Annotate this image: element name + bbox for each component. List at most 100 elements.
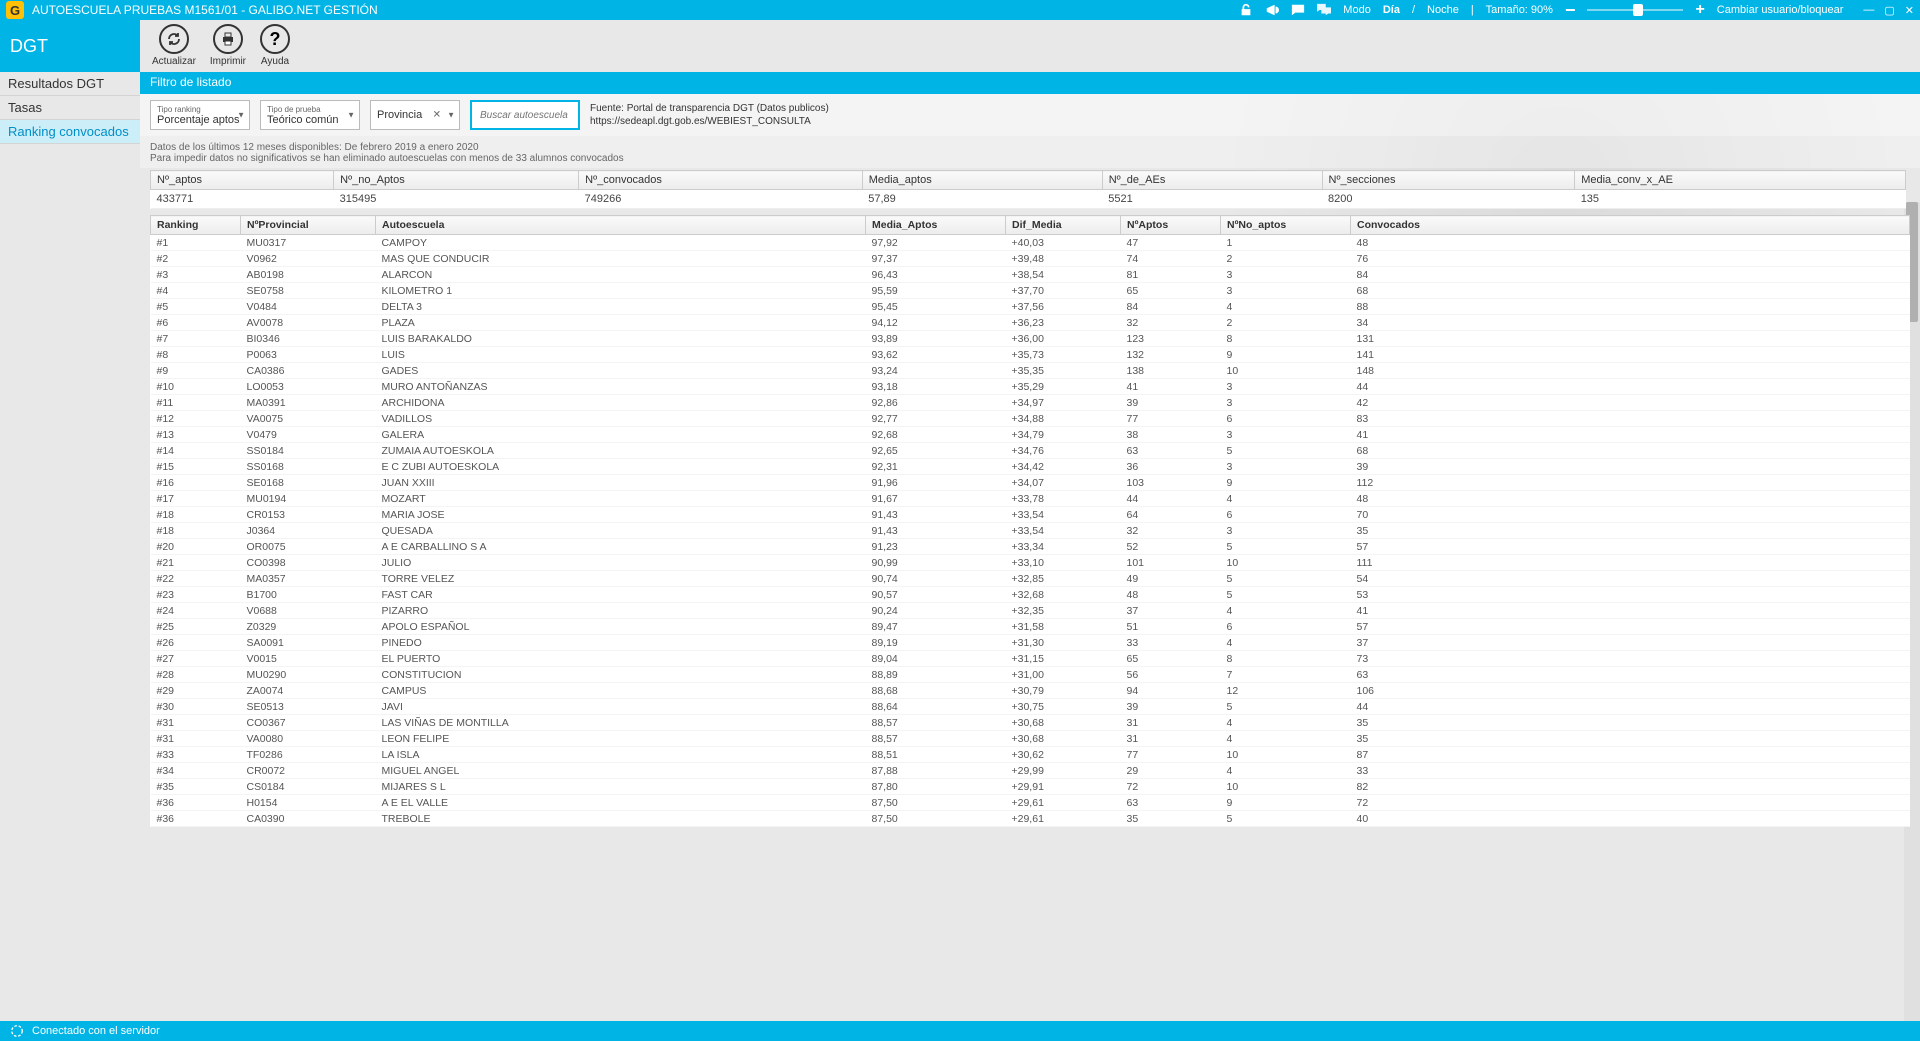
table-row[interactable]: #20OR0075A E CARBALLINO S A91,23+33,3452… xyxy=(151,539,1910,555)
table-cell: ZUMAIA AUTOESKOLA xyxy=(376,443,866,459)
table-row[interactable]: #36H0154A E EL VALLE87,50+29,6163972 xyxy=(151,795,1910,811)
table-cell: V0688 xyxy=(241,603,376,619)
sidebar-item-tasas[interactable]: Tasas xyxy=(0,96,140,120)
help-button[interactable]: ? Ayuda xyxy=(260,24,290,67)
megaphone-icon[interactable] xyxy=(1265,3,1279,17)
column-header[interactable]: Ranking xyxy=(151,216,241,235)
table-row[interactable]: #30SE0513JAVI88,64+30,7539544 xyxy=(151,699,1910,715)
print-button[interactable]: Imprimir xyxy=(210,24,246,67)
mode-night[interactable]: Noche xyxy=(1427,4,1459,16)
table-row[interactable]: #21CO0398JULIO90,99+33,1010110111 xyxy=(151,555,1910,571)
column-header[interactable]: NºNo_aptos xyxy=(1221,216,1351,235)
table-row[interactable]: #22MA0357TORRE VELEZ90,74+32,8549554 xyxy=(151,571,1910,587)
table-row[interactable]: #2V0962MAS QUE CONDUCIR97,37+39,4874276 xyxy=(151,251,1910,267)
table-cell: +34,76 xyxy=(1006,443,1121,459)
table-row[interactable]: #25Z0329APOLO ESPAÑOL89,47+31,5851657 xyxy=(151,619,1910,635)
table-row[interactable]: #16SE0168JUAN XXIII91,96+34,071039112 xyxy=(151,475,1910,491)
zoom-out-icon[interactable]: − xyxy=(1565,0,1576,21)
table-row[interactable]: #24V0688PIZARRO90,24+32,3537441 xyxy=(151,603,1910,619)
table-row[interactable]: #10LO0053MURO ANTOÑANZAS93,18+35,2941344 xyxy=(151,379,1910,395)
chats-icon[interactable] xyxy=(1317,3,1331,17)
refresh-button[interactable]: Actualizar xyxy=(152,24,196,67)
vert-sep: | xyxy=(1471,4,1474,16)
unlock-icon[interactable] xyxy=(1239,3,1253,17)
summary-header[interactable]: Nº_convocados xyxy=(579,171,863,190)
summary-header[interactable]: Nº_secciones xyxy=(1322,171,1575,190)
table-row[interactable]: #17MU0194MOZART91,67+33,7844448 xyxy=(151,491,1910,507)
table-cell: 5 xyxy=(1221,571,1351,587)
table-row[interactable]: #34CR0072MIGUEL ANGEL87,88+29,9929433 xyxy=(151,763,1910,779)
table-row[interactable]: #18J0364QUESADA91,43+33,5432335 xyxy=(151,523,1910,539)
table-row[interactable]: #35CS0184MIJARES S L87,80+29,91721082 xyxy=(151,779,1910,795)
table-row[interactable]: #28MU0290CONSTITUCION88,89+31,0056763 xyxy=(151,667,1910,683)
table-row[interactable]: #23B1700FAST CAR90,57+32,6848553 xyxy=(151,587,1910,603)
table-cell: 84 xyxy=(1351,267,1910,283)
close-icon[interactable]: ✕ xyxy=(1905,4,1914,17)
table-row[interactable]: #14SS0184ZUMAIA AUTOESKOLA92,65+34,76635… xyxy=(151,443,1910,459)
table-row[interactable]: #31CO0367LAS VIÑAS DE MONTILLA88,57+30,6… xyxy=(151,715,1910,731)
table-cell: #9 xyxy=(151,363,241,379)
table-cell: 92,65 xyxy=(866,443,1006,459)
maximize-icon[interactable]: ▢ xyxy=(1884,4,1894,17)
summary-header[interactable]: Nº_de_AEs xyxy=(1102,171,1322,190)
table-row[interactable]: #29ZA0074CAMPUS88,68+30,799412106 xyxy=(151,683,1910,699)
table-row[interactable]: #1MU0317CAMPOY97,92+40,0347148 xyxy=(151,235,1910,251)
table-row[interactable]: #31VA0080LEON FELIPE88,57+30,6831435 xyxy=(151,731,1910,747)
sidebar-header: DGT xyxy=(0,20,140,72)
table-row[interactable]: #7BI0346LUIS BARAKALDO93,89+36,001238131 xyxy=(151,331,1910,347)
table-cell: 2 xyxy=(1221,251,1351,267)
table-cell: 88,57 xyxy=(866,731,1006,747)
sidebar-item-ranking[interactable]: Ranking convocados xyxy=(0,120,140,144)
column-header[interactable]: Media_Aptos xyxy=(866,216,1006,235)
mode-day[interactable]: Día xyxy=(1383,4,1400,16)
table-cell: #6 xyxy=(151,315,241,331)
table-cell: 93,62 xyxy=(866,347,1006,363)
table-row[interactable]: #8P0063LUIS93,62+35,731329141 xyxy=(151,347,1910,363)
summary-header[interactable]: Nº_aptos xyxy=(151,171,334,190)
table-cell: LAS VIÑAS DE MONTILLA xyxy=(376,715,866,731)
table-cell: 68 xyxy=(1351,283,1910,299)
table-row[interactable]: #18CR0153MARIA JOSE91,43+33,5464670 xyxy=(151,507,1910,523)
table-cell: LEON FELIPE xyxy=(376,731,866,747)
table-row[interactable]: #36CA0390TREBOLE87,50+29,6135540 xyxy=(151,811,1910,827)
column-header[interactable]: Dif_Media xyxy=(1006,216,1121,235)
table-cell: +33,54 xyxy=(1006,523,1121,539)
table-row[interactable]: #12VA0075VADILLOS92,77+34,8877683 xyxy=(151,411,1910,427)
table-cell: 91,23 xyxy=(866,539,1006,555)
minimize-icon[interactable]: — xyxy=(1863,4,1874,17)
table-row[interactable]: #3AB0198ALARCON96,43+38,5481384 xyxy=(151,267,1910,283)
summary-header[interactable]: Media_conv_x_AE xyxy=(1575,171,1906,190)
column-header[interactable]: NºAptos xyxy=(1121,216,1221,235)
ranking-type-select[interactable]: Tipo ranking Porcentaje aptos ▼ xyxy=(150,100,250,130)
sidebar-item-resultados[interactable]: Resultados DGT xyxy=(0,72,140,96)
test-type-select[interactable]: Tipo de prueba Teórico común ▼ xyxy=(260,100,360,130)
table-row[interactable]: #27V0015EL PUERTO89,04+31,1565873 xyxy=(151,651,1910,667)
table-cell: +39,48 xyxy=(1006,251,1121,267)
table-row[interactable]: #11MA0391ARCHIDONA92,86+34,9739342 xyxy=(151,395,1910,411)
column-header[interactable]: Convocados xyxy=(1351,216,1910,235)
column-header[interactable]: NºProvincial xyxy=(241,216,376,235)
table-cell: 106 xyxy=(1351,683,1910,699)
table-row[interactable]: #6AV0078PLAZA94,12+36,2332234 xyxy=(151,315,1910,331)
chat-icon[interactable] xyxy=(1291,3,1305,17)
province-select[interactable]: Provincia ✕ ▼ xyxy=(370,100,460,130)
zoom-slider[interactable] xyxy=(1587,9,1683,11)
table-row[interactable]: #4SE0758KILOMETRO 195,59+37,7065368 xyxy=(151,283,1910,299)
change-user-link[interactable]: Cambiar usuario/bloquear xyxy=(1717,4,1844,16)
table-row[interactable]: #26SA0091PINEDO89,19+31,3033437 xyxy=(151,635,1910,651)
table-cell: 101 xyxy=(1121,555,1221,571)
column-header[interactable]: Autoescuela xyxy=(376,216,866,235)
table-cell: +32,85 xyxy=(1006,571,1121,587)
zoom-in-icon[interactable]: + xyxy=(1695,1,1704,19)
table-row[interactable]: #13V0479GALERA92,68+34,7938341 xyxy=(151,427,1910,443)
summary-header[interactable]: Media_aptos xyxy=(862,171,1102,190)
table-cell: #11 xyxy=(151,395,241,411)
table-row[interactable]: #33TF0286LA ISLA88,51+30,62771087 xyxy=(151,747,1910,763)
table-row[interactable]: #9CA0386GADES93,24+35,3513810148 xyxy=(151,363,1910,379)
summary-header[interactable]: Nº_no_Aptos xyxy=(334,171,579,190)
search-input[interactable] xyxy=(470,100,580,130)
table-row[interactable]: #15SS0168E C ZUBI AUTOESKOLA92,31+34,423… xyxy=(151,459,1910,475)
table-row[interactable]: #5V0484DELTA 395,45+37,5684488 xyxy=(151,299,1910,315)
table-cell: 91,43 xyxy=(866,523,1006,539)
clear-icon[interactable]: ✕ xyxy=(433,110,441,121)
